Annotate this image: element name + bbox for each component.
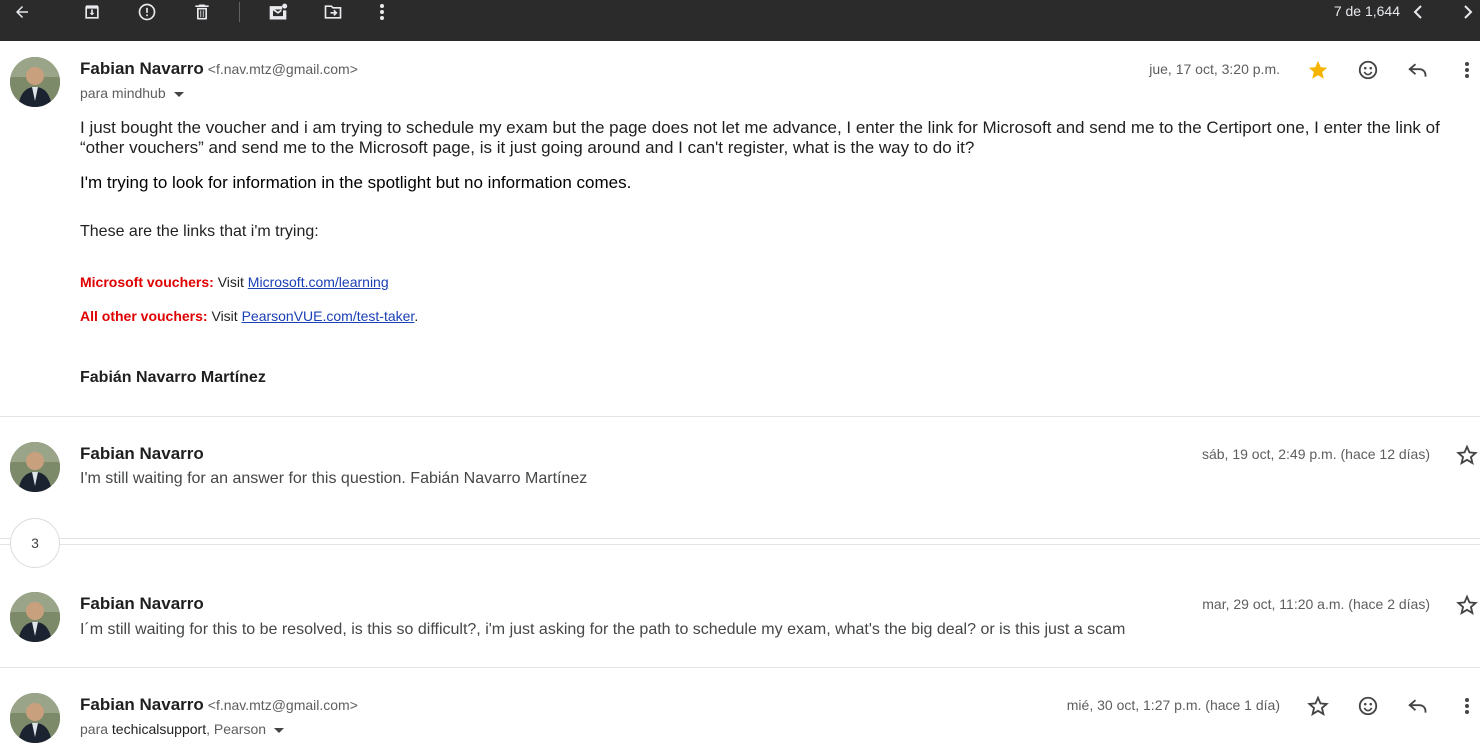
chevron-down-icon[interactable] — [173, 91, 184, 97]
back-arrow-icon[interactable] — [6, 0, 38, 24]
message-date: sáb, 19 oct, 2:49 p.m. (hace 12 días) — [1201, 446, 1430, 462]
signature: Fabián Navarro Martínez — [80, 369, 266, 386]
microsoft-learning-link[interactable]: Microsoft.com/learning — [248, 274, 389, 290]
pearsonvue-link[interactable]: PearsonVUE.com/test-taker — [242, 308, 415, 324]
avatar[interactable] — [10, 592, 60, 642]
avatar[interactable] — [10, 442, 60, 492]
sender-email: <f.nav.mtz@gmail.com> — [207, 61, 358, 77]
message-date: jue, 17 oct, 3:20 p.m. — [1149, 61, 1280, 77]
sender-email: <f.nav.mtz@gmail.com> — [207, 697, 358, 713]
recipient-name: techicalsupport — [111, 721, 207, 737]
collapsed-divider — [0, 544, 1480, 545]
more-vert-icon[interactable] — [366, 0, 398, 24]
punctuation: . — [414, 308, 419, 324]
reply-icon[interactable] — [1404, 692, 1432, 720]
recipients-prefix: para — [80, 721, 109, 737]
star-outline-icon[interactable] — [1453, 591, 1480, 619]
sender-name-text: Fabian Navarro — [80, 59, 204, 78]
recipient-name: mindhub — [111, 85, 166, 101]
emoji-reaction-icon[interactable] — [1354, 56, 1382, 84]
sender-name[interactable]: Fabian Navarro <f.nav.mtz@gmail.com> — [80, 59, 358, 79]
star-outline-icon[interactable] — [1453, 441, 1480, 469]
archive-icon[interactable] — [76, 0, 108, 24]
star-filled-icon[interactable] — [1304, 56, 1332, 84]
collapsed-divider — [0, 538, 1480, 539]
report-spam-icon[interactable] — [131, 0, 163, 24]
sender-name: Fabian Navarro — [80, 594, 204, 613]
chevron-left-icon[interactable] — [1402, 0, 1434, 24]
message-body-paragraph: These are the links that i'm trying: — [80, 223, 319, 240]
toolbar: 7 de 1,644 — [0, 0, 1480, 41]
visit-text: Visit — [211, 308, 238, 324]
sender-name-text: Fabian Navarro — [80, 695, 204, 714]
sender-name[interactable]: Fabian Navarro <f.nav.mtz@gmail.com> — [80, 695, 358, 715]
message-body-paragraph: I'm trying to look for information in th… — [80, 173, 632, 192]
message-divider — [0, 416, 1480, 417]
toolbar-divider — [239, 2, 240, 22]
recipients-toggle[interactable]: para mindhub — [80, 85, 184, 101]
message-snippet: I´m still waiting for this to be resolve… — [80, 621, 1126, 638]
chevron-down-icon[interactable] — [274, 727, 285, 733]
voucher-label: All other vouchers: — [80, 308, 208, 324]
recipients-prefix: para — [80, 85, 109, 101]
mark-unread-icon[interactable] — [262, 0, 294, 24]
collapsed-messages-count[interactable]: 3 — [10, 518, 60, 568]
delete-icon[interactable] — [186, 0, 218, 24]
sender-name: Fabian Navarro — [80, 444, 204, 463]
move-to-icon[interactable] — [317, 0, 349, 24]
message-date: mié, 30 oct, 1:27 p.m. (hace 1 día) — [1066, 697, 1280, 713]
more-vert-icon[interactable] — [1453, 692, 1480, 720]
more-vert-icon[interactable] — [1453, 56, 1480, 84]
avatar[interactable] — [10, 693, 60, 743]
message-body-paragraph: I just bought the voucher and i am tryin… — [80, 118, 1440, 157]
voucher-line-other: All other vouchers: Visit PearsonVUE.com… — [80, 308, 418, 324]
visit-text: Visit — [217, 274, 244, 290]
message-snippet: I'm still waiting for an answer for this… — [80, 470, 588, 487]
message-counter: 7 de 1,644 — [1333, 3, 1400, 19]
message-date: mar, 29 oct, 11:20 a.m. (hace 2 días) — [1202, 596, 1430, 612]
emoji-reaction-icon[interactable] — [1354, 692, 1382, 720]
star-outline-icon[interactable] — [1304, 692, 1332, 720]
voucher-line-microsoft: Microsoft vouchers: Visit Microsoft.com/… — [80, 274, 389, 290]
voucher-label: Microsoft vouchers: — [80, 274, 214, 290]
message-divider — [0, 667, 1480, 668]
reply-icon[interactable] — [1404, 56, 1432, 84]
recipient-name: , Pearson — [206, 721, 267, 737]
recipients-toggle[interactable]: para techicalsupport, Pearson — [80, 721, 285, 737]
avatar[interactable] — [10, 57, 60, 107]
chevron-right-icon[interactable] — [1452, 0, 1480, 24]
